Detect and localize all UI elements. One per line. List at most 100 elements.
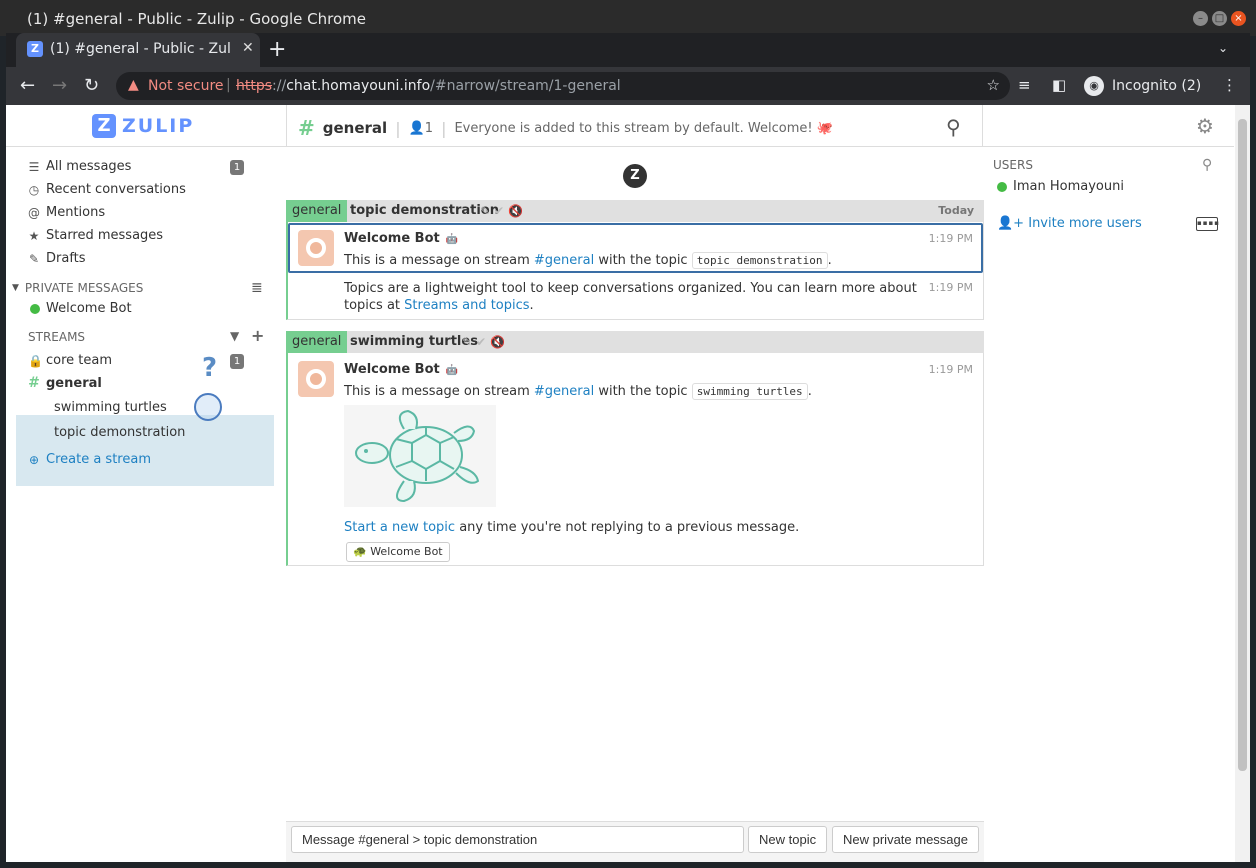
nav-drafts-label: Drafts xyxy=(46,251,86,266)
reload-icon[interactable]: ↻ xyxy=(84,75,99,96)
topic-code: swimming turtles xyxy=(691,383,808,400)
private-messages-list-icon[interactable]: ≣ xyxy=(251,280,263,296)
filter-icon[interactable]: ▼ xyxy=(230,329,239,343)
scrollbar-thumb[interactable] xyxy=(1238,119,1247,771)
topic-item-topic-demonstration[interactable]: topic demonstration xyxy=(54,425,185,440)
recipient-stream[interactable]: general xyxy=(286,331,348,353)
close-icon[interactable]: × xyxy=(1231,11,1246,26)
zulip-favicon-icon: Z xyxy=(27,41,43,57)
nav-recent-conversations[interactable]: ◷ Recent conversations xyxy=(28,182,186,197)
browser-toolbar: ← → ↻ ▲ Not secure | https://chat.homayo… xyxy=(6,67,1250,105)
new-tab-icon[interactable]: + xyxy=(268,37,286,62)
recipient-topic[interactable]: topic demonstration xyxy=(350,200,499,222)
emoji-reaction[interactable]: 🐢 Welcome Bot xyxy=(346,542,450,562)
avatar[interactable] xyxy=(298,361,334,397)
msg-text-part: with the topic xyxy=(594,384,692,399)
msg-text-part: . xyxy=(807,384,812,399)
nav-drafts[interactable]: ✎ Drafts xyxy=(28,251,86,266)
nav-mentions-label: Mentions xyxy=(46,205,106,220)
recipient-stream[interactable]: general xyxy=(286,200,348,222)
user-item[interactable]: Iman Homayouni xyxy=(997,179,1124,194)
minimize-icon[interactable]: – xyxy=(1193,11,1208,26)
pm-item-welcome-bot[interactable]: Welcome Bot xyxy=(30,301,132,316)
forward-arrow-icon[interactable]: → xyxy=(52,75,67,96)
streams-topics-link[interactable]: Streams and topics xyxy=(404,298,529,313)
message-time[interactable]: 1:19 PM xyxy=(929,363,973,376)
new-topic-button[interactable]: New topic xyxy=(748,826,828,853)
recipient-bar[interactable]: general topic demonstration ✎✔🔇 Today xyxy=(286,200,984,222)
nav-starred[interactable]: ★ Starred messages xyxy=(28,228,163,243)
gear-icon[interactable]: ⚙ xyxy=(1196,114,1214,138)
topic-item-swimming-turtles[interactable]: swimming turtles xyxy=(54,400,167,415)
stream-item-core-team[interactable]: 🔒 core team xyxy=(28,353,112,368)
user-search-icon[interactable]: ⚲ xyxy=(1202,157,1212,173)
incognito-icon: ◉ xyxy=(1084,76,1104,96)
media-control-icon[interactable]: ≡ xyxy=(1018,76,1031,94)
zulip-logo-icon: Z xyxy=(92,114,116,138)
mute-icon[interactable]: 🔇 xyxy=(490,335,509,349)
new-private-message-button[interactable]: New private message xyxy=(832,826,979,853)
stream-unread-badge: 1 xyxy=(230,354,244,369)
subscriber-count[interactable]: 👤1 xyxy=(409,121,433,136)
sender-name: Welcome Bot xyxy=(344,362,440,377)
presence-dot-icon xyxy=(997,181,1007,192)
stream-item-general[interactable]: # general xyxy=(28,375,102,391)
clock-icon: ◷ xyxy=(28,182,40,197)
add-stream-icon[interactable]: + xyxy=(251,326,264,345)
narrow-stream-name[interactable]: general xyxy=(323,119,387,137)
unread-count-badge: 1 xyxy=(230,160,244,175)
browser-tab[interactable]: Z (1) #general - Public - Zulip ✕ xyxy=(16,33,260,67)
url-host: chat.homayouni.info xyxy=(286,78,431,94)
keyboard-icon[interactable]: ▪▪▪▪ xyxy=(1196,217,1219,231)
checkmark-icon[interactable]: ✔ xyxy=(494,204,508,218)
private-messages-header[interactable]: ▼ PRIVATE MESSAGES xyxy=(12,281,143,295)
user-icon: 👤 xyxy=(408,120,425,136)
caret-down-icon: ▼ xyxy=(12,283,19,293)
stream-link[interactable]: #general xyxy=(534,384,594,399)
app-header: Z ZULIP # general | 👤1 | Everyone is add… xyxy=(6,105,1234,147)
tab-search-chevron-icon[interactable]: ⌄ xyxy=(1218,41,1228,55)
side-panel-icon[interactable]: ◧ xyxy=(1052,76,1066,94)
topic-tools: ✎✔🔇 xyxy=(462,331,509,353)
browser-menu-icon[interactable]: ⋮ xyxy=(1222,76,1237,94)
mute-icon[interactable]: 🔇 xyxy=(508,204,527,218)
zulip-logo[interactable]: Z ZULIP xyxy=(92,113,194,139)
pm-user-label: Welcome Bot xyxy=(46,301,132,316)
stream-core-team-label: core team xyxy=(46,353,113,368)
start-new-topic-link[interactable]: Start a new topic xyxy=(344,520,455,535)
message-content: topics at Streams and topics. xyxy=(344,297,534,314)
message-time[interactable]: 1:19 PM xyxy=(929,281,973,294)
url-proto: https xyxy=(236,78,273,94)
search-icon[interactable]: ⚲ xyxy=(946,115,961,139)
page-scrollbar[interactable] xyxy=(1235,105,1250,862)
incognito-badge[interactable]: ◉ Incognito (2) xyxy=(1080,72,1211,100)
invite-users-link[interactable]: 👤+ Invite more users xyxy=(997,216,1142,231)
stream-hash-icon: # xyxy=(298,116,315,140)
edit-pencil-icon[interactable]: ✎ xyxy=(480,204,494,218)
reaction-label: Welcome Bot xyxy=(370,545,443,558)
streams-label: STREAMS xyxy=(28,330,86,344)
message-group: Welcome Bot 🤖 1:19 PM This is a message o… xyxy=(286,353,984,566)
recipient-arrow xyxy=(341,200,347,222)
incognito-label: Incognito (2) xyxy=(1112,78,1202,94)
compose-input[interactable]: Message #general > topic demonstration xyxy=(291,826,744,853)
checkmark-icon[interactable]: ✔ xyxy=(476,335,490,349)
create-stream-link[interactable]: ⊕ Create a stream xyxy=(28,452,151,467)
edit-pencil-icon[interactable]: ✎ xyxy=(462,335,476,349)
back-arrow-icon[interactable]: ← xyxy=(20,75,35,96)
recipient-bar[interactable]: general swimming turtles ✎✔🔇 xyxy=(286,331,984,353)
address-bar[interactable]: ▲ Not secure | https://chat.homayouni.in… xyxy=(116,72,1010,100)
turtle-image[interactable] xyxy=(344,405,496,507)
header-divider xyxy=(982,105,983,147)
streams-header[interactable]: STREAMS xyxy=(28,330,85,344)
window-title: (1) #general - Public - Zulip - Google C… xyxy=(27,10,366,28)
recipient-topic[interactable]: swimming turtles xyxy=(350,331,478,353)
nav-all-messages[interactable]: ☰ All messages xyxy=(28,159,132,174)
cursor-highlight xyxy=(194,393,222,421)
tab-close-icon[interactable]: ✕ xyxy=(242,40,254,56)
maximize-icon[interactable]: □ xyxy=(1212,11,1227,26)
message-sender[interactable]: Welcome Bot 🤖 xyxy=(344,362,458,377)
nav-mentions[interactable]: @ Mentions xyxy=(28,205,105,220)
bookmark-star-icon[interactable]: ☆ xyxy=(987,76,1000,94)
user-name: Iman Homayouni xyxy=(1013,179,1124,194)
